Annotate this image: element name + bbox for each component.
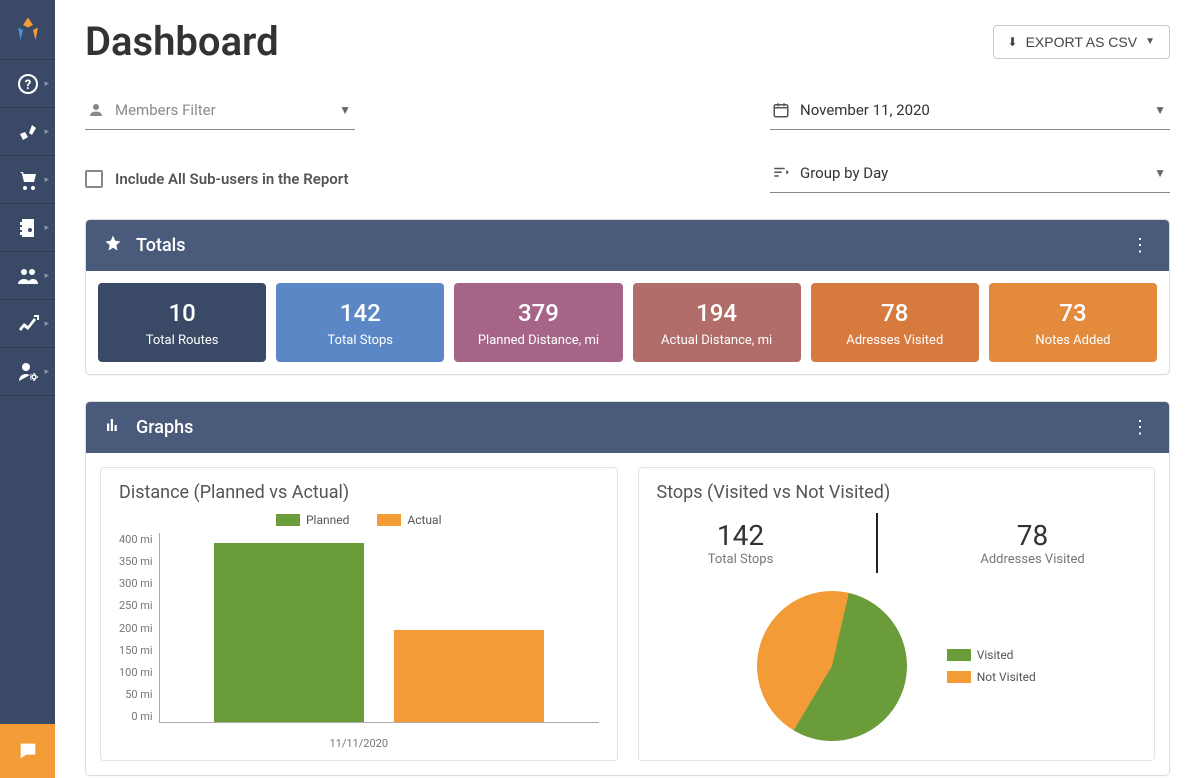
members-filter-placeholder: Members Filter bbox=[115, 101, 216, 119]
card-total-stops[interactable]: 142 Total Stops bbox=[276, 283, 444, 362]
totals-title: Totals bbox=[136, 235, 186, 256]
include-subusers-checkbox[interactable] bbox=[85, 170, 103, 188]
sidebar-item-help[interactable]: ? ▸ bbox=[0, 60, 55, 108]
stops-chart-title: Stops (Visited vs Not Visited) bbox=[657, 482, 1137, 503]
members-filter-dropdown[interactable]: Members Filter ▼ bbox=[85, 93, 355, 130]
y-axis: 400 mi 350 mi 300 mi 250 mi 200 mi 150 m… bbox=[119, 533, 159, 723]
date-value: November 11, 2020 bbox=[800, 101, 930, 119]
chat-button[interactable] bbox=[0, 724, 55, 778]
sidebar-item-user-settings[interactable]: ▸ bbox=[0, 348, 55, 396]
download-icon bbox=[1008, 34, 1018, 50]
card-notes-added[interactable]: 73 Notes Added bbox=[989, 283, 1157, 362]
stat-addresses-visited: 78 Addresses Visited bbox=[980, 519, 1084, 567]
distance-chart-card: Distance (Planned vs Actual) Planned Act… bbox=[100, 467, 618, 761]
chevron-down-icon: ▼ bbox=[1145, 36, 1155, 47]
chevron-down-icon: ▼ bbox=[1154, 103, 1166, 117]
stops-chart-card: Stops (Visited vs Not Visited) 142 Total… bbox=[638, 467, 1156, 761]
card-planned-distance[interactable]: 379 Planned Distance, mi bbox=[454, 283, 622, 362]
swatch-visited bbox=[947, 649, 971, 661]
chevron-down-icon: ▼ bbox=[339, 103, 351, 117]
distance-chart-title: Distance (Planned vs Actual) bbox=[119, 482, 599, 503]
group-by-dropdown[interactable]: Group by Day ▼ bbox=[770, 156, 1170, 193]
totals-panel: Totals ⋮ 10 Total Routes 142 Total Stops… bbox=[85, 219, 1170, 375]
group-by-value: Group by Day bbox=[800, 164, 888, 182]
sidebar: ? ▸ ▸ ▸ ▸ ▸ ▸ ▸ bbox=[0, 0, 55, 778]
swatch-not-visited bbox=[947, 671, 971, 683]
include-subusers-label: Include All Sub-users in the Report bbox=[115, 170, 349, 188]
app-logo bbox=[0, 0, 55, 60]
chevron-down-icon: ▼ bbox=[1154, 166, 1166, 180]
graphs-title: Graphs bbox=[136, 417, 193, 438]
svg-text:?: ? bbox=[24, 78, 30, 93]
card-total-routes[interactable]: 10 Total Routes bbox=[98, 283, 266, 362]
totals-menu-button[interactable]: ⋮ bbox=[1131, 235, 1151, 256]
sort-icon bbox=[772, 164, 790, 182]
card-addresses-visited[interactable]: 78 Adresses Visited bbox=[811, 283, 979, 362]
star-icon bbox=[104, 234, 122, 257]
graphs-panel: Graphs ⋮ Distance (Planned vs Actual) Pl… bbox=[85, 401, 1170, 776]
swatch-planned bbox=[276, 514, 300, 526]
distance-bar-chart: 400 mi 350 mi 300 mi 250 mi 200 mi 150 m… bbox=[119, 533, 599, 733]
x-axis-label: 11/11/2020 bbox=[119, 737, 599, 750]
page-title: Dashboard bbox=[85, 18, 279, 65]
sidebar-item-team[interactable]: ▸ bbox=[0, 252, 55, 300]
stat-total-stops: 142 Total Stops bbox=[708, 519, 774, 567]
sidebar-item-analytics[interactable]: ▸ bbox=[0, 300, 55, 348]
card-actual-distance[interactable]: 194 Actual Distance, mi bbox=[633, 283, 801, 362]
date-picker[interactable]: November 11, 2020 ▼ bbox=[770, 93, 1170, 130]
main-content: Dashboard EXPORT AS CSV ▼ Members Filter… bbox=[55, 0, 1200, 778]
export-label: EXPORT AS CSV bbox=[1026, 34, 1138, 50]
bar-actual bbox=[394, 630, 544, 722]
divider bbox=[876, 513, 878, 573]
person-icon bbox=[87, 101, 105, 119]
calendar-icon bbox=[772, 101, 790, 119]
sidebar-item-orders[interactable]: ▸ bbox=[0, 156, 55, 204]
sidebar-item-routes[interactable]: ▸ bbox=[0, 108, 55, 156]
export-csv-button[interactable]: EXPORT AS CSV ▼ bbox=[993, 25, 1171, 59]
graphs-menu-button[interactable]: ⋮ bbox=[1131, 417, 1151, 438]
stops-legend: Visited Not Visited bbox=[947, 648, 1036, 684]
bar-planned bbox=[214, 543, 364, 722]
stops-pie-chart bbox=[742, 576, 922, 756]
swatch-actual bbox=[377, 514, 401, 526]
barchart-icon bbox=[104, 416, 122, 439]
distance-legend: Planned Actual bbox=[119, 513, 599, 527]
sidebar-item-addressbook[interactable]: ▸ bbox=[0, 204, 55, 252]
